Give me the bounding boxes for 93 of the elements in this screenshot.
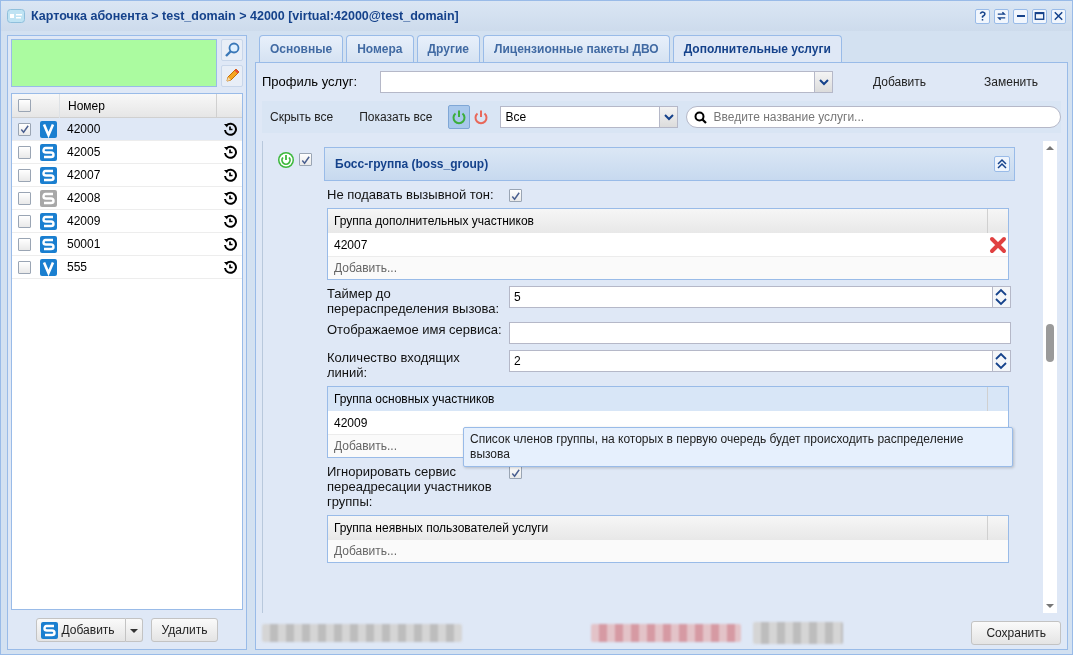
tab[interactable]: Основные <box>259 35 344 62</box>
checkbox[interactable] <box>18 260 31 274</box>
checkbox[interactable] <box>509 189 522 202</box>
number-field[interactable]: 2 <box>509 350 993 372</box>
spinner-buttons[interactable] <box>993 286 1011 308</box>
edit-button[interactable] <box>221 65 243 87</box>
list-row[interactable]: 42009 <box>12 210 242 233</box>
tab[interactable]: Лицензионные пакеты ДВО <box>483 35 670 62</box>
number-text: 42008 <box>66 190 102 207</box>
close-icon <box>1052 9 1065 23</box>
column-header[interactable]: Номер <box>68 98 105 113</box>
caret-icon <box>817 78 830 86</box>
text-field[interactable] <box>509 322 1011 344</box>
scrollbar[interactable] <box>1043 141 1057 613</box>
help-button[interactable] <box>975 8 990 24</box>
service-title: Босс-группа (boss_group) <box>335 156 489 173</box>
field-label: Таймер до перераспределения вызова: <box>327 286 501 316</box>
number-text: 42009 <box>66 213 102 230</box>
tab[interactable]: Номера <box>346 35 414 62</box>
scroll-up-icon <box>1045 145 1055 151</box>
maximize-icon <box>1033 9 1046 23</box>
caret-icon <box>663 113 675 121</box>
history-icon[interactable] <box>222 260 237 274</box>
list-row[interactable]: 555 <box>12 256 242 279</box>
tab[interactable]: Другие <box>416 35 480 62</box>
search-icon <box>694 111 708 124</box>
add-row-link[interactable]: Добавить... <box>334 259 398 277</box>
delete-button[interactable]: Удалить <box>150 618 219 642</box>
search-button[interactable] <box>221 39 243 61</box>
grid-header: Группа неявных пользователей услуги <box>333 520 550 537</box>
add-row-link[interactable]: Добавить... <box>334 437 398 455</box>
power-icon <box>473 109 490 125</box>
scroll-down-icon <box>1045 603 1055 609</box>
profile-label: Профиль услуг: <box>262 73 359 92</box>
number-text: 42000 <box>66 121 102 138</box>
grid-header: Группа основных участников <box>333 391 496 408</box>
history-icon[interactable] <box>222 168 237 182</box>
show-all-link[interactable]: Показать все <box>351 108 441 126</box>
number-text: 42007 <box>66 167 102 184</box>
checkbox[interactable] <box>18 122 31 136</box>
power-icon <box>451 109 468 125</box>
maximize-button[interactable] <box>1032 8 1047 24</box>
search-field[interactable]: Введите название услуги... <box>686 106 1061 128</box>
number-text: 50001 <box>66 236 102 253</box>
list-row[interactable]: 42007 <box>12 164 242 187</box>
power-icon[interactable] <box>277 151 295 169</box>
checkbox[interactable] <box>18 168 31 182</box>
add-row-link[interactable]: Добавить... <box>334 542 398 560</box>
hide-all-link[interactable]: Скрыть все <box>262 108 342 126</box>
history-icon[interactable] <box>222 145 237 159</box>
refresh-button[interactable] <box>994 8 1009 24</box>
replace-profile-link[interactable]: Заменить <box>976 73 1046 91</box>
spinner-buttons[interactable] <box>993 350 1011 372</box>
collapse-button[interactable] <box>994 156 1010 172</box>
tab[interactable]: Дополнительные услуги <box>672 35 842 62</box>
field-label: Не подавать вызывной тон: <box>327 187 495 202</box>
window-title: Карточка абонента > test_domain > 42000 [virtual:42000@test_domain] <box>31 7 460 25</box>
checkbox[interactable] <box>18 145 31 159</box>
delete-icon[interactable] <box>988 234 1008 255</box>
save-button[interactable]: Сохранить <box>971 621 1061 645</box>
history-icon[interactable] <box>222 122 237 136</box>
grid-header: Группа дополнительных участников <box>333 213 535 230</box>
list-row[interactable]: 50001 <box>12 233 242 256</box>
grid-cell-text: 42007 <box>334 236 368 254</box>
card-icon <box>7 8 25 24</box>
checkbox[interactable] <box>299 153 312 166</box>
list-row[interactable]: 42000 <box>12 118 242 141</box>
scroll-thumb[interactable] <box>1046 324 1054 362</box>
history-icon[interactable] <box>222 214 237 228</box>
number-text: 555 <box>66 259 89 276</box>
tooltip: Список членов группы, на которых в первую очередь будет происходить распределение вызова <box>463 427 1013 467</box>
minimize-button[interactable] <box>1013 8 1028 24</box>
grid-cell-text: 42009 <box>334 414 368 432</box>
checkbox[interactable] <box>18 99 31 112</box>
enabled-filter-toggle[interactable] <box>448 105 471 129</box>
checkbox[interactable] <box>18 237 31 251</box>
field-label: Количество входящих линий: <box>327 350 461 380</box>
number-field[interactable]: 5 <box>509 286 993 308</box>
field-label: Игнорировать сервис переадресации участников группы: <box>327 464 493 509</box>
sip-number-icon <box>40 621 58 639</box>
minimize-icon <box>1016 15 1025 17</box>
search-icon <box>223 41 241 59</box>
checkbox[interactable] <box>18 214 31 228</box>
field-label: Отображаемое имя сервиса: <box>327 322 503 337</box>
list-row[interactable]: 42005 <box>12 141 242 164</box>
history-icon[interactable] <box>222 237 237 251</box>
add-profile-link[interactable]: Добавить <box>865 73 935 91</box>
refresh-icon <box>995 9 1008 23</box>
close-button[interactable] <box>1051 8 1066 24</box>
add-button[interactable]: Добавить <box>35 618 126 642</box>
number-text: 42005 <box>66 144 102 161</box>
caret-icon <box>129 627 138 634</box>
pencil-icon <box>223 67 241 85</box>
